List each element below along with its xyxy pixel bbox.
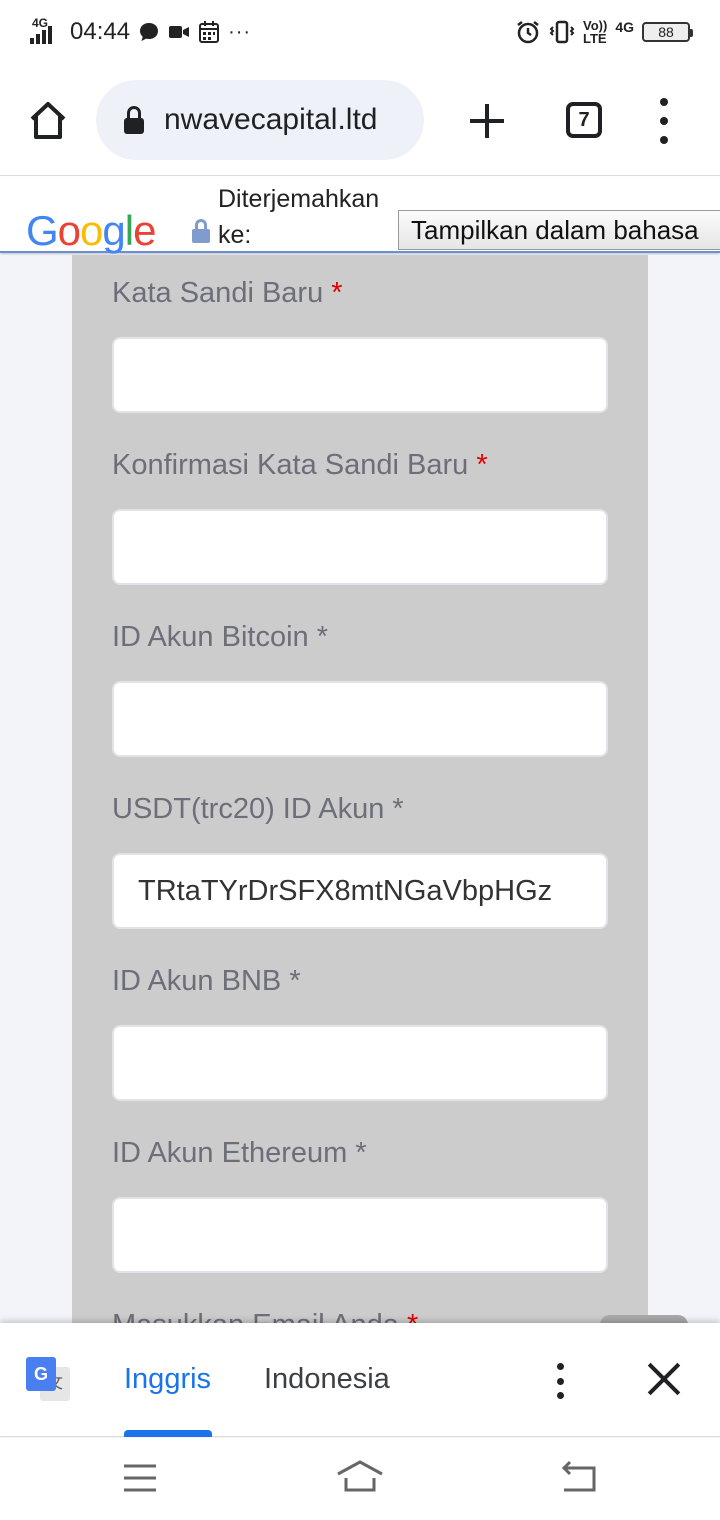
tab-source-language[interactable]: Inggris <box>124 1363 211 1396</box>
secure-lock-icon <box>192 219 210 243</box>
home-nav-button[interactable] <box>330 1456 390 1500</box>
translate-options-button[interactable] <box>546 1363 574 1399</box>
video-icon <box>169 26 190 38</box>
address-bar[interactable]: nwavecapital.ltd <box>96 80 424 160</box>
required-mark: * <box>407 1309 418 1323</box>
lock-icon[interactable] <box>124 106 144 134</box>
browser-toolbar: nwavecapital.ltd 7 <box>0 64 720 176</box>
back-icon <box>561 1460 596 1492</box>
more-notifications-icon: ··· <box>228 20 252 43</box>
required-mark: * <box>331 277 343 309</box>
google-translate-banner: Google Diterjemahkan ke: Tampilkan dalam… <box>0 177 720 254</box>
system-navigation-bar <box>0 1438 720 1520</box>
network-4g-label: 4G <box>615 19 634 35</box>
tab-target-language[interactable]: Indonesia <box>264 1363 390 1396</box>
battery-level: 88 <box>658 24 674 40</box>
page-content: Kata Sandi Baru * Konfirmasi Kata Sandi … <box>0 255 720 1323</box>
scrollbar-thumb[interactable] <box>600 1315 688 1323</box>
chat-bubble-icon <box>140 23 159 41</box>
required-mark: * <box>289 965 301 997</box>
bnb-id-label: ID Akun BNB * <box>112 965 301 997</box>
volte-indicator: Vo)) LTE <box>583 19 607 45</box>
bitcoin-id-input[interactable] <box>112 681 608 757</box>
required-mark: * <box>476 449 488 481</box>
close-translate-button[interactable] <box>646 1361 682 1397</box>
back-nav-button[interactable] <box>550 1456 610 1500</box>
menu-lines-icon <box>124 1464 156 1492</box>
translated-to-label: Diterjemahkan ke: <box>218 185 380 249</box>
calendar-icon <box>199 21 220 43</box>
url-text[interactable]: nwavecapital.ltd <box>164 103 377 137</box>
new-password-label: Kata Sandi Baru * <box>112 277 343 309</box>
new-tab-button[interactable] <box>466 100 508 142</box>
usdt-trc20-id-input[interactable]: TRtaTYrDrSFX8mtNGaVbpHGz <box>112 853 608 929</box>
recent-apps-button[interactable] <box>110 1456 170 1500</box>
google-logo: Google <box>26 207 156 254</box>
status-bar: 4G 04:44 ··· Vo)) LTE 4G 88 <box>0 0 720 64</box>
battery-icon: 88 <box>642 22 693 42</box>
volte-bottom-label: LTE <box>583 31 607 46</box>
translate-bottom-bar: G文 Inggris Indonesia <box>0 1323 720 1437</box>
bitcoin-id-label: ID Akun Bitcoin * <box>112 621 329 653</box>
confirm-password-input[interactable] <box>112 509 608 585</box>
active-tab-indicator <box>124 1430 212 1437</box>
email-label: Masukkan Email Anda * <box>112 1309 418 1323</box>
new-password-input[interactable] <box>112 337 608 413</box>
ethereum-id-label: ID Akun Ethereum * <box>112 1137 367 1169</box>
required-mark: * <box>316 621 329 653</box>
clock-time: 04:44 <box>70 18 131 45</box>
usdt-trc20-id-label: USDT(trc20) ID Akun * <box>112 793 404 825</box>
home-button[interactable] <box>26 96 70 144</box>
home-icon <box>30 102 66 139</box>
cellular-signal-icon: 4G <box>30 16 62 46</box>
status-right: Vo)) LTE 4G 88 <box>515 16 693 48</box>
status-left: 4G 04:44 ··· <box>30 16 251 48</box>
tab-count: 7 <box>578 108 590 131</box>
required-mark: * <box>392 793 404 825</box>
google-translate-icon: G文 <box>26 1357 70 1401</box>
alarm-icon <box>517 21 539 44</box>
vibrate-icon <box>549 20 575 44</box>
show-original-button[interactable]: Tampilkan dalam bahasa <box>398 210 720 250</box>
bnb-id-input[interactable] <box>112 1025 608 1101</box>
home-nav-icon <box>337 1460 383 1492</box>
ethereum-id-input[interactable] <box>112 1197 608 1273</box>
tab-switcher-button[interactable]: 7 <box>566 102 602 138</box>
form-card: Kata Sandi Baru * Konfirmasi Kata Sandi … <box>72 255 648 1323</box>
confirm-password-label: Konfirmasi Kata Sandi Baru * <box>112 449 488 481</box>
required-mark: * <box>355 1137 367 1169</box>
browser-menu-button[interactable] <box>650 98 678 144</box>
